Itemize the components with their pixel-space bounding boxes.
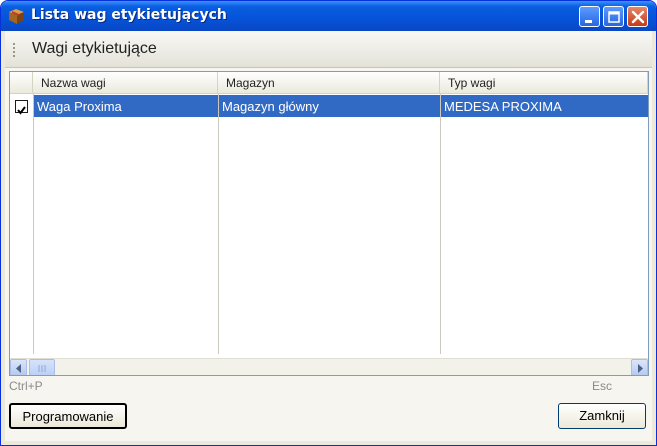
table-row-check-cell xyxy=(10,95,33,117)
close-dialog-button[interactable]: Zamknij xyxy=(558,403,646,429)
minimize-button[interactable] xyxy=(579,6,600,27)
checkmark-icon xyxy=(17,106,26,115)
cell-warehouse: Magazyn główny xyxy=(222,99,319,114)
table-header-warehouse[interactable]: Magazyn xyxy=(218,72,440,94)
close-shortcut-label: Esc xyxy=(592,379,613,393)
maximize-icon xyxy=(608,11,620,23)
table-header-type[interactable]: Typ wagi xyxy=(440,72,648,94)
programming-shortcut-label: Ctrl+P xyxy=(9,379,43,393)
cell-name: Waga Proxima xyxy=(37,99,122,114)
window-title: Lista wag etykietujących xyxy=(31,7,227,23)
toolbar-grip-icon[interactable] xyxy=(13,43,17,57)
title-bar[interactable]: Lista wag etykietujących xyxy=(1,1,656,31)
column-divider xyxy=(440,94,441,354)
scroll-thumb[interactable] xyxy=(29,359,55,375)
page-title: Wagi etykietujące xyxy=(32,40,157,57)
close-icon xyxy=(631,10,645,24)
table-header-check xyxy=(10,72,33,94)
scroll-right-button[interactable] xyxy=(631,359,648,375)
arrow-left-icon xyxy=(16,364,21,373)
close-button[interactable] xyxy=(627,6,648,27)
arrow-right-icon xyxy=(638,364,643,373)
scales-table[interactable]: Nazwa wagi Magazyn Typ wagi Waga Proxima… xyxy=(9,71,649,376)
minimize-icon xyxy=(585,20,592,23)
toolbar: Wagi etykietujące xyxy=(5,31,652,68)
box-icon xyxy=(9,9,24,24)
table-header-name[interactable]: Nazwa wagi xyxy=(33,72,218,94)
window-body: Wagi etykietujące Nazwa wagi Magazyn Typ… xyxy=(5,31,652,441)
window: Lista wag etykietujących Wagi etykietują… xyxy=(0,0,657,446)
programming-button[interactable]: Programowanie xyxy=(9,403,127,429)
maximize-button[interactable] xyxy=(603,6,624,27)
scroll-left-button[interactable] xyxy=(10,359,27,375)
row-checkbox[interactable] xyxy=(15,100,28,115)
column-divider xyxy=(33,94,34,354)
grip-lines-icon xyxy=(38,365,46,372)
cell-type: MEDESA PROXIMA xyxy=(444,99,562,114)
column-divider xyxy=(218,94,219,354)
horizontal-scrollbar[interactable] xyxy=(10,358,648,375)
